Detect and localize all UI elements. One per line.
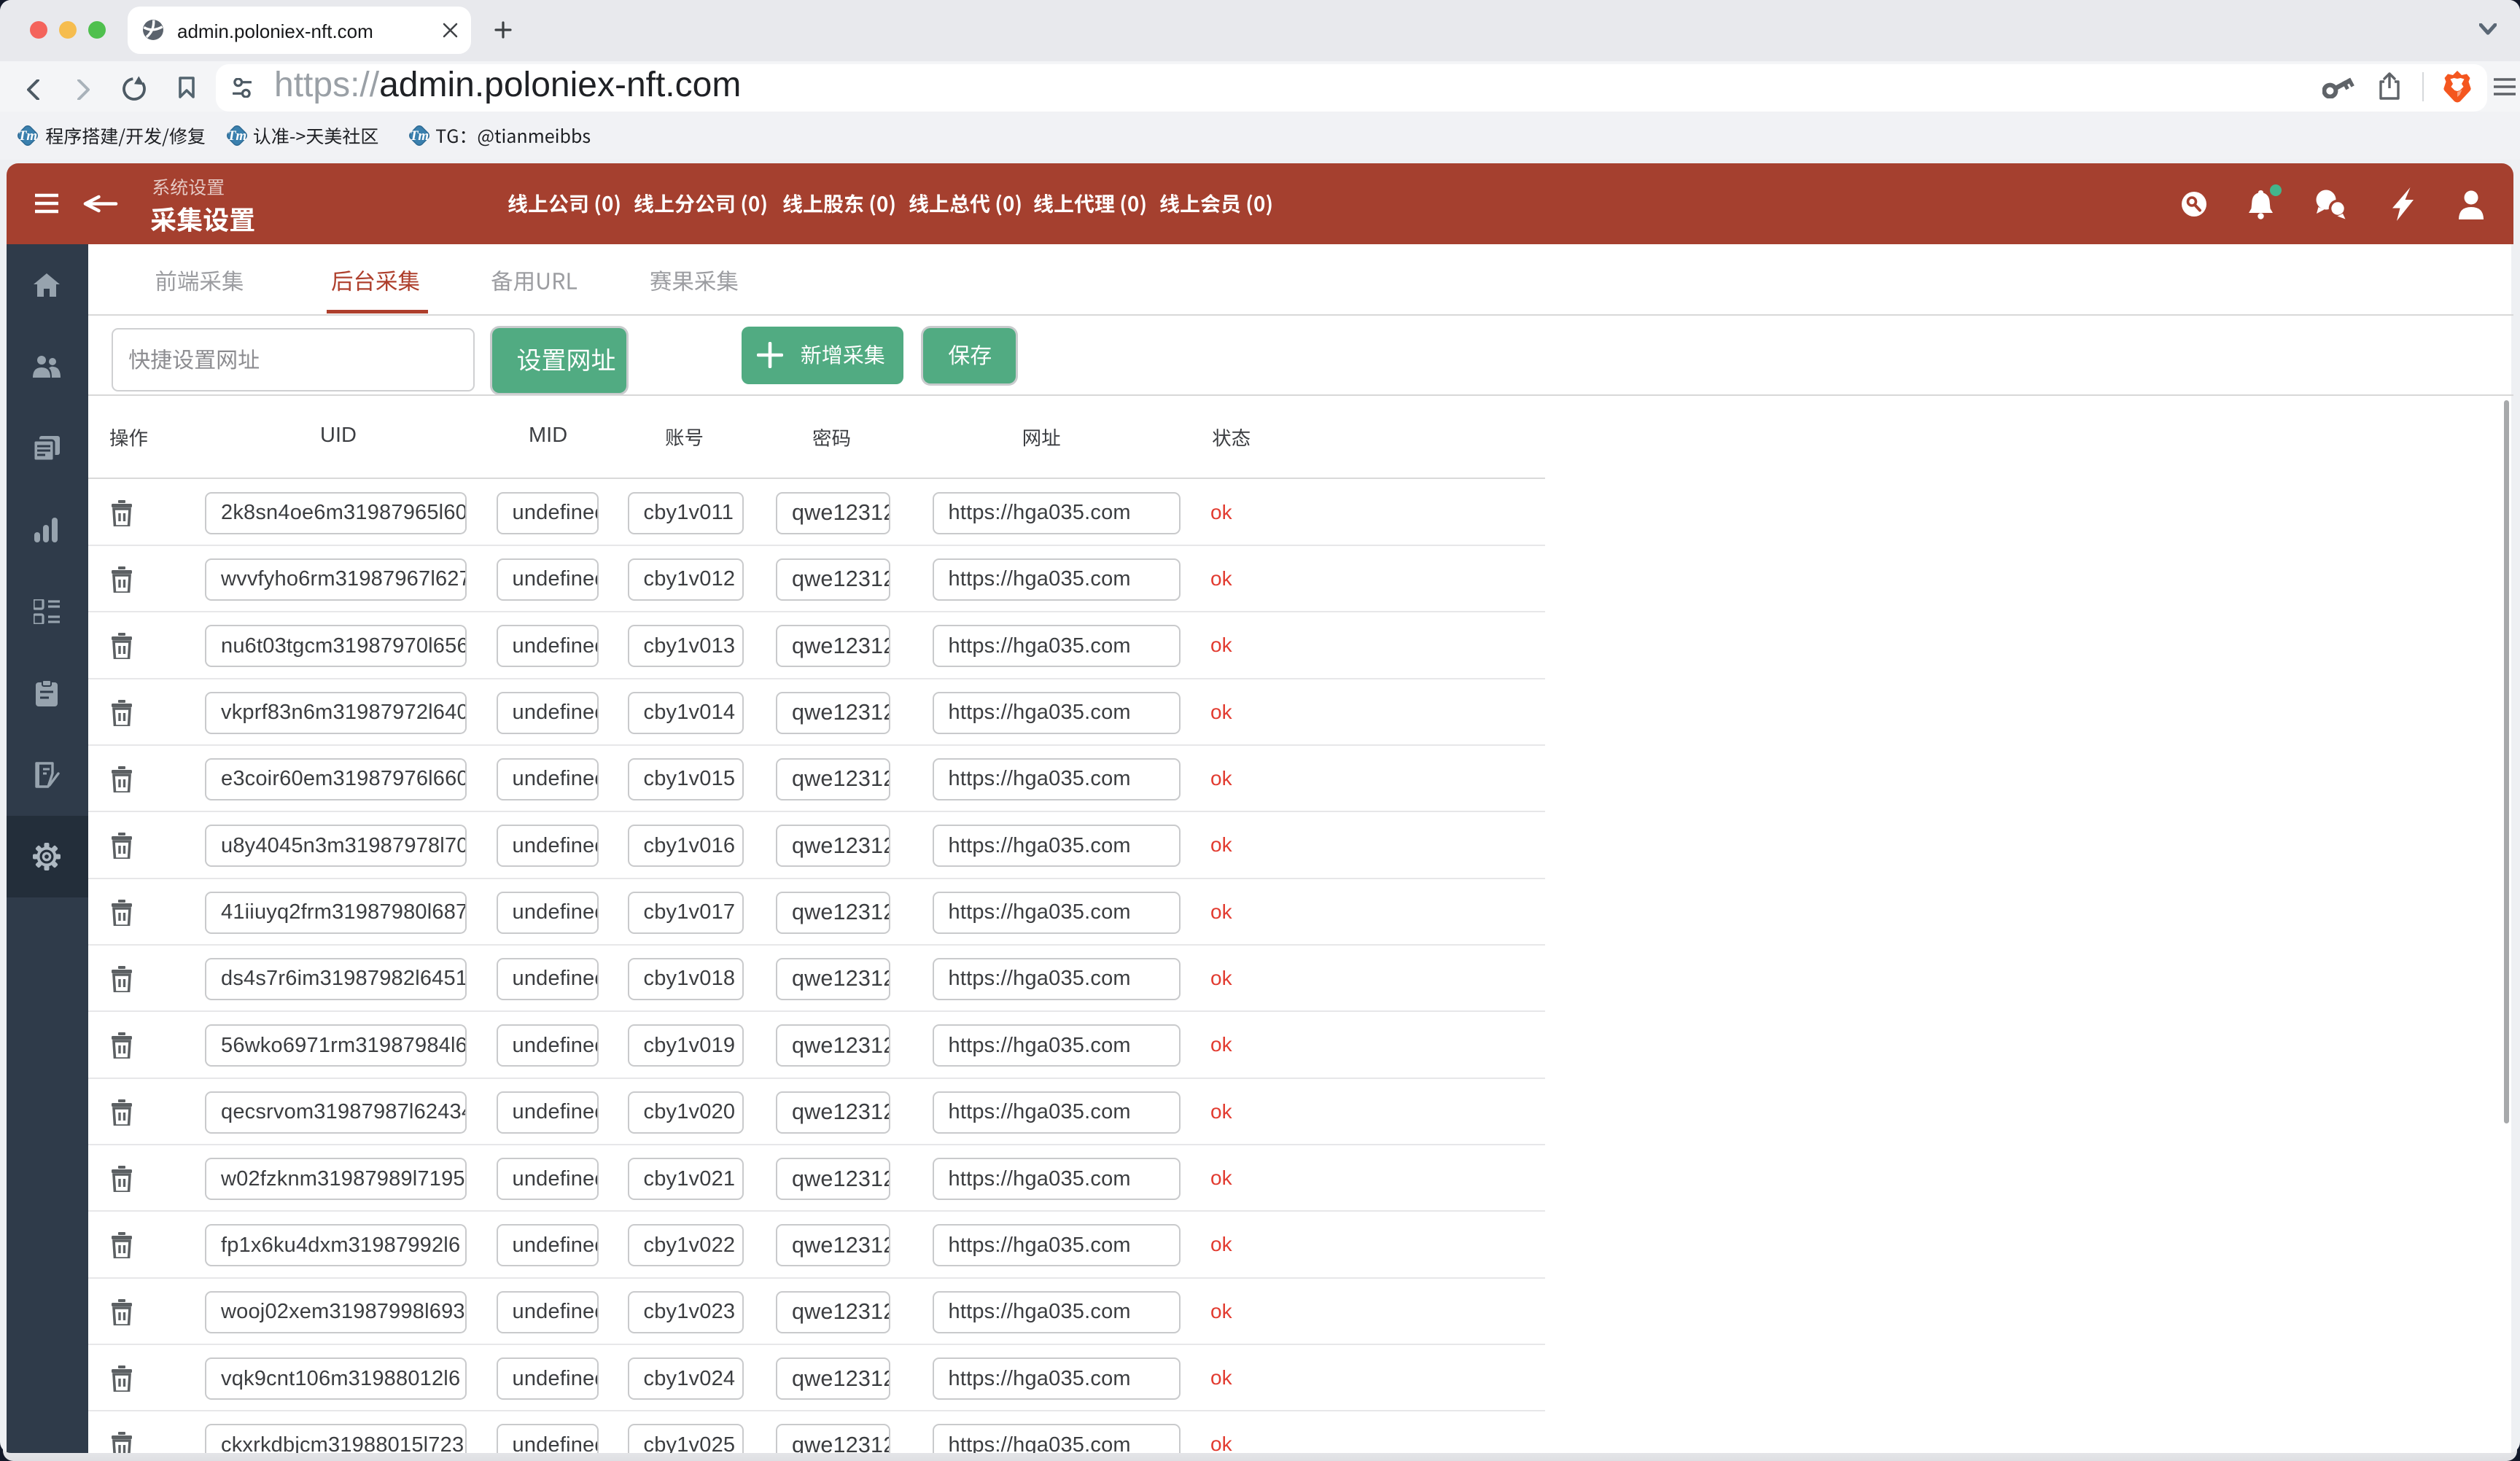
- svg-text:Tm: Tm: [228, 128, 246, 144]
- svg-text:Tm: Tm: [410, 128, 429, 144]
- svg-text:Tm: Tm: [18, 128, 37, 144]
